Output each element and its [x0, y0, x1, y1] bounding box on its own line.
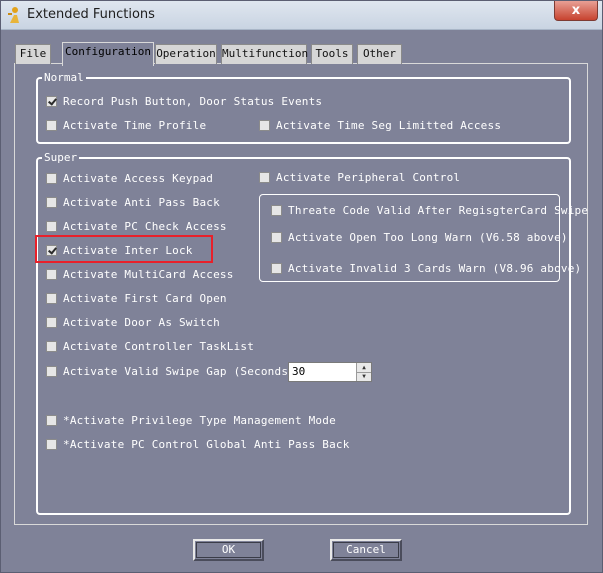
checkbox-label: Activate Time Profile	[63, 118, 207, 132]
group-label-normal: Normal	[42, 71, 86, 84]
extended-functions-window: Extended Functions x File Configuration …	[0, 0, 603, 573]
swipe-gap-spinbox[interactable]: 30 ▲ ▼	[288, 362, 372, 382]
checkbox-label: Activate Peripheral Control	[276, 170, 461, 184]
checkbox-box[interactable]	[46, 365, 57, 377]
tab-tools[interactable]: Tools	[311, 44, 353, 64]
checkbox-label: Activate Open Too Long Warn (V6.58 above…	[288, 230, 568, 244]
checkbox-threate-code[interactable]: Threate Code Valid After RegisgterCard S…	[271, 203, 588, 217]
checkbox-label: Activate PC Check Access	[63, 219, 227, 233]
inter-lock-highlight-box	[35, 235, 213, 263]
checkbox-anti-pass-back[interactable]: Activate Anti Pass Back	[46, 195, 220, 209]
checkbox-door-as-switch[interactable]: Activate Door As Switch	[46, 315, 220, 329]
tab-label: Other	[362, 47, 397, 60]
checkbox-activate-time-profile[interactable]: Activate Time Profile	[46, 118, 206, 132]
tab-file[interactable]: File	[15, 44, 51, 64]
close-icon: x	[571, 3, 581, 18]
spin-buttons: ▲ ▼	[356, 363, 371, 381]
checkbox-label: Record Push Button, Door Status Events	[63, 94, 323, 108]
ok-button-label: OK	[221, 543, 236, 556]
checkbox-label: *Activate Privilege Type Management Mode	[63, 413, 336, 427]
checkbox-label: Activate Time Seg Limitted Access	[276, 118, 502, 132]
checkbox-multicard-access[interactable]: Activate MultiCard Access	[46, 267, 234, 281]
checkbox-box[interactable]	[46, 172, 57, 184]
checkbox-label: Activate MultiCard Access	[63, 267, 234, 281]
checkbox-box[interactable]	[259, 119, 270, 131]
tab-multifunction[interactable]: Multifunction	[221, 44, 309, 64]
tab-label: Tools	[315, 47, 349, 60]
checkbox-label: Activate Controller TaskList	[63, 339, 255, 353]
checkbox-box[interactable]	[46, 196, 57, 208]
checkbox-activate-time-seg[interactable]: Activate Time Seg Limitted Access	[259, 118, 501, 132]
checkbox-box[interactable]	[271, 262, 282, 274]
tab-operation[interactable]: Operation	[155, 44, 217, 64]
tab-label: Multifunction	[222, 47, 309, 60]
checkbox-record-push-button[interactable]: Record Push Button, Door Status Events	[46, 94, 322, 108]
checkbox-access-keypad[interactable]: Activate Access Keypad	[46, 171, 213, 185]
spin-down-arrow-icon[interactable]: ▼	[357, 372, 371, 381]
checkbox-box[interactable]	[46, 119, 57, 131]
checkbox-box[interactable]	[271, 204, 282, 216]
tab-configuration[interactable]: Configuration	[62, 42, 154, 66]
checkbox-box[interactable]	[259, 171, 270, 183]
checkbox-box[interactable]	[46, 268, 57, 280]
checkbox-label: Activate First Card Open	[63, 291, 227, 305]
swipe-gap-value[interactable]: 30	[292, 365, 305, 378]
close-button[interactable]: x	[554, 1, 598, 21]
title-bar[interactable]: Extended Functions x	[1, 1, 602, 30]
checkbox-label: Activate Valid Swipe Gap (Seconds)	[63, 364, 295, 378]
checkbox-pc-check-access[interactable]: Activate PC Check Access	[46, 219, 227, 233]
checkbox-peripheral-control[interactable]: Activate Peripheral Control	[259, 170, 460, 184]
window-title: Extended Functions	[27, 7, 155, 22]
checkbox-box[interactable]	[46, 414, 57, 426]
checkbox-label: Activate Anti Pass Back	[63, 195, 220, 209]
checkbox-controller-tasklist[interactable]: Activate Controller TaskList	[46, 339, 254, 353]
checkbox-label: Activate Invalid 3 Cards Warn (V8.96 abo…	[288, 261, 582, 275]
checkbox-label: Threate Code Valid After RegisgterCard S…	[288, 203, 589, 217]
checkbox-box[interactable]	[46, 438, 57, 450]
normal-group: Normal	[36, 71, 571, 144]
checkbox-label: *Activate PC Control Global Anti Pass Ba…	[63, 437, 350, 451]
cancel-button-label: Cancel	[346, 543, 386, 556]
group-label-super: Super	[42, 151, 80, 164]
checkbox-label: Activate Door As Switch	[63, 315, 220, 329]
checkbox-open-too-long-warn[interactable]: Activate Open Too Long Warn (V6.58 above…	[271, 230, 568, 244]
checkbox-label: Activate Access Keypad	[63, 171, 214, 185]
checkbox-box[interactable]	[271, 231, 282, 243]
checkbox-valid-swipe-gap[interactable]: Activate Valid Swipe Gap (Seconds)	[46, 364, 295, 378]
checkbox-box[interactable]	[46, 95, 57, 107]
tab-label: Operation	[156, 47, 216, 60]
checkbox-box[interactable]	[46, 316, 57, 328]
key-person-icon	[8, 7, 19, 23]
checkbox-box[interactable]	[46, 292, 57, 304]
ok-button[interactable]: OK	[193, 539, 264, 561]
checkbox-first-card-open[interactable]: Activate First Card Open	[46, 291, 227, 305]
checkbox-box[interactable]	[46, 220, 57, 232]
tab-other[interactable]: Other	[357, 44, 402, 64]
checkbox-box[interactable]	[46, 340, 57, 352]
cancel-button[interactable]: Cancel	[330, 539, 402, 561]
checkbox-privilege-type-mode[interactable]: *Activate Privilege Type Management Mode	[46, 413, 336, 427]
tab-label: File	[19, 47, 47, 60]
checkbox-invalid-3-cards-warn[interactable]: Activate Invalid 3 Cards Warn (V8.96 abo…	[271, 261, 581, 275]
tab-label: Configuration	[64, 45, 152, 58]
checkbox-pc-global-anti-pass[interactable]: *Activate PC Control Global Anti Pass Ba…	[46, 437, 350, 451]
